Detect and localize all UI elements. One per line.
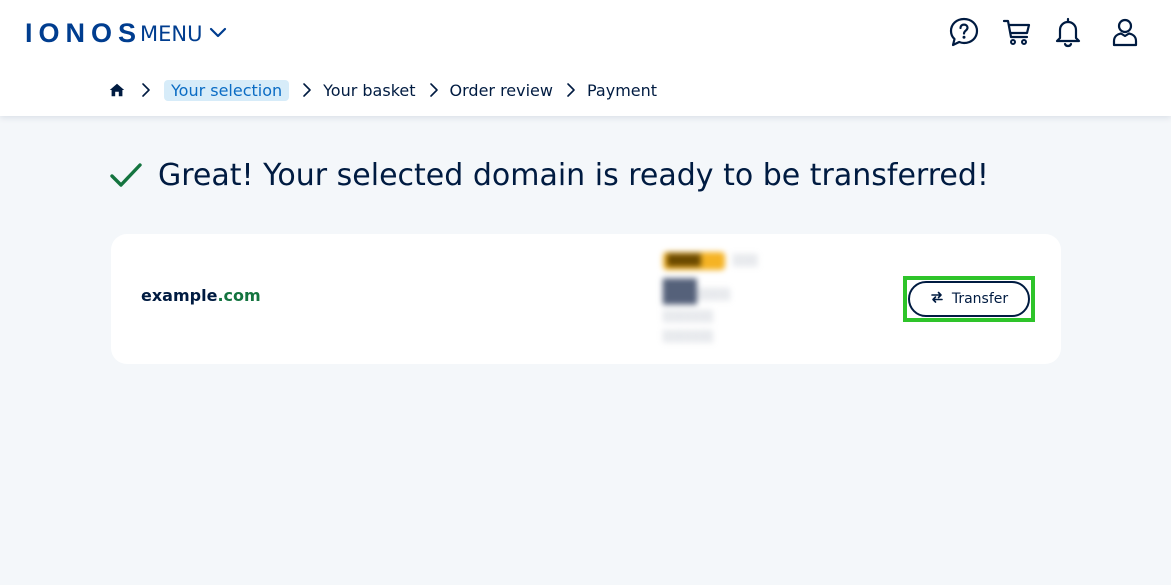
- price-vat-note: ░░░░░░: [663, 310, 714, 323]
- price-amount: ██: [663, 280, 697, 305]
- breadcrumb-payment[interactable]: Payment: [587, 81, 657, 100]
- chevron-right-icon: [138, 82, 154, 98]
- chevron-right-icon: [426, 82, 442, 98]
- transfer-button-label: Transfer: [951, 291, 1009, 307]
- user-icon[interactable]: [1109, 16, 1141, 48]
- price-info-blurred: ████ ░░░ ██ ░░░░ ░░░░░░ ░░░░░░: [661, 250, 771, 350]
- help-icon[interactable]: [948, 16, 980, 48]
- promo-badge: ████: [663, 252, 725, 270]
- cart-icon[interactable]: [1001, 16, 1033, 48]
- chevron-right-icon: [563, 82, 579, 98]
- page-title: Great! Your selected domain is ready to …: [158, 157, 989, 193]
- price-period: ░░░░: [697, 288, 731, 301]
- transfer-button[interactable]: Transfer: [908, 281, 1030, 317]
- domain-name: example.com: [141, 286, 261, 305]
- chevron-right-icon: [299, 82, 315, 98]
- success-banner: Great! Your selected domain is ready to …: [108, 154, 989, 196]
- domain-label: example: [141, 286, 218, 305]
- breadcrumb-your-basket[interactable]: Your basket: [323, 81, 415, 100]
- breadcrumb: Your selection Your basket Order review …: [108, 78, 657, 102]
- checkmark-icon: [108, 157, 144, 193]
- breadcrumb-order-review[interactable]: Order review: [450, 81, 553, 100]
- bell-icon[interactable]: [1052, 16, 1084, 48]
- promo-note: ░░░: [733, 254, 759, 267]
- home-icon[interactable]: [108, 80, 128, 100]
- site-header: IONOS MENU Your selection Your basket Or…: [0, 0, 1171, 116]
- price-term-note: ░░░░░░: [663, 330, 714, 343]
- domain-tld: .com: [217, 286, 261, 305]
- breadcrumb-your-selection[interactable]: Your selection: [164, 79, 290, 101]
- transfer-arrows-icon: [930, 290, 944, 308]
